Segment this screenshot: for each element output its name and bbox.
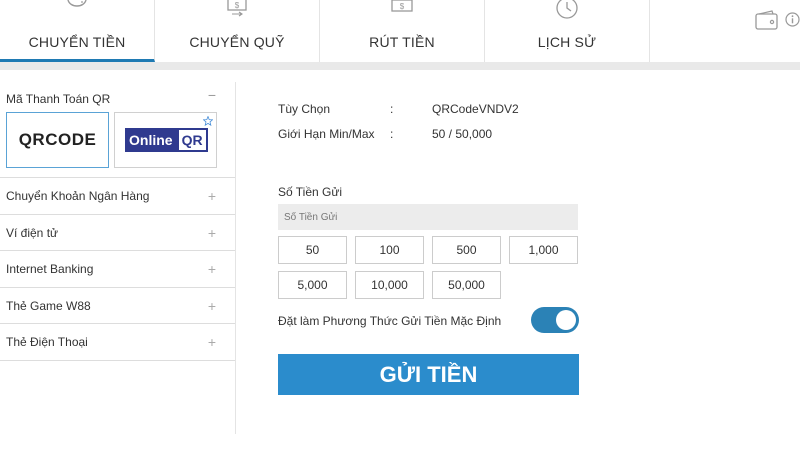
tab-bar-divider <box>0 62 800 70</box>
online-qr-logo-online: Online <box>125 128 177 152</box>
toggle-knob <box>556 310 576 330</box>
default-method-toggle[interactable] <box>531 307 579 333</box>
sidebar-item-label: Chuyển Khoản Ngân Hàng <box>6 189 150 203</box>
option-label: Tùy Chọn <box>278 102 331 116</box>
quick-amount-button[interactable]: 1,000 <box>509 236 578 264</box>
sidebar-item-phone-card[interactable]: Thẻ Điện Thoại + <box>0 324 236 361</box>
svg-text:$: $ <box>235 1 240 10</box>
sidebar-section-title: Mã Thanh Toán QR <box>6 92 111 106</box>
expand-plus-icon[interactable]: + <box>208 324 216 360</box>
qr-option-row: QRCODE Online QR <box>0 112 236 178</box>
amount-input[interactable] <box>278 204 578 230</box>
online-qr-logo: Online QR <box>125 128 208 152</box>
expand-plus-icon[interactable]: + <box>208 251 216 287</box>
tab-chuyen-quy[interactable]: $ CHUYỂN QUỸ <box>155 0 320 62</box>
withdraw-cash-icon: $ <box>391 0 413 12</box>
expand-plus-icon[interactable]: + <box>208 215 216 251</box>
collapse-toggle-icon[interactable]: − <box>208 87 216 103</box>
quick-amount-button[interactable]: 100 <box>355 236 424 264</box>
limit-value: 50 / 50,000 <box>432 127 493 141</box>
tab-label: CHUYỂN TIỀN <box>28 34 126 50</box>
payment-method-sidebar: Mã Thanh Toán QR − QRCODE Online QR Chuy… <box>0 82 236 361</box>
tab-lich-su[interactable]: LỊCH SỬ <box>485 0 650 62</box>
piggy-bank-icon <box>67 0 87 7</box>
tab-rut-tien[interactable]: $ RÚT TIỀN <box>320 0 485 62</box>
amount-label: Số Tiền Gửi <box>278 185 343 199</box>
history-clock-icon <box>556 0 578 19</box>
quick-amount-button[interactable]: 500 <box>432 236 501 264</box>
sidebar-item-internet-banking[interactable]: Internet Banking + <box>0 251 236 288</box>
sidebar-item-bank-transfer[interactable]: Chuyển Khoản Ngân Hàng + <box>0 178 236 215</box>
tab-label: LỊCH SỬ <box>537 34 597 50</box>
fund-transfer-icon: $ <box>227 0 247 17</box>
top-tabs: CHUYỂN TIỀN $ CHUYỂN QUỸ $ RÚT TIỀN LỊCH… <box>0 0 800 62</box>
deposit-submit-button[interactable]: GỬI TIỀN <box>278 354 579 395</box>
default-method-label: Đặt làm Phương Thức Gửi Tiền Mặc Định <box>278 314 502 328</box>
sidebar-divider <box>235 82 236 434</box>
tab-label: CHUYỂN QUỸ <box>189 34 285 50</box>
quick-amount-button[interactable]: 5,000 <box>278 271 347 299</box>
quick-amount-button[interactable]: 10,000 <box>355 271 424 299</box>
limit-label: Giới Hạn Min/Max <box>278 127 375 141</box>
sidebar-item-label: Thẻ Điện Thoại <box>6 335 88 349</box>
expand-plus-icon[interactable]: + <box>208 288 216 324</box>
qrcode-logo: QRCODE <box>18 130 97 149</box>
sidebar-item-e-wallet[interactable]: Ví điện tử + <box>0 215 236 251</box>
sidebar-section-qr[interactable]: Mã Thanh Toán QR − <box>0 82 236 112</box>
qr-option-qrcode[interactable]: QRCODE <box>6 112 109 168</box>
star-icon <box>203 116 213 126</box>
quick-amount-button[interactable]: 50 <box>278 236 347 264</box>
wallet-icon[interactable] <box>755 10 779 30</box>
tab-label: RÚT TIỀN <box>369 34 435 50</box>
qr-option-online-qr[interactable]: Online QR <box>114 112 217 168</box>
option-value: QRCodeVNDV2 <box>432 102 519 116</box>
sidebar-item-label: Ví điện tử <box>6 225 59 240</box>
sidebar-item-label: Internet Banking <box>6 262 94 276</box>
expand-plus-icon[interactable]: + <box>208 178 216 214</box>
option-colon: : <box>390 102 394 116</box>
sidebar-item-game-card[interactable]: Thẻ Game W88 + <box>0 288 236 324</box>
info-icon[interactable] <box>785 12 800 27</box>
limit-colon: : <box>390 127 394 141</box>
quick-amount-button[interactable]: 50,000 <box>432 271 501 299</box>
sidebar-item-label: Thẻ Game W88 <box>6 298 91 313</box>
online-qr-logo-qr: QR <box>176 128 208 152</box>
svg-text:$: $ <box>400 2 405 11</box>
tab-chuyen-tien[interactable]: CHUYỂN TIỀN <box>0 0 155 62</box>
